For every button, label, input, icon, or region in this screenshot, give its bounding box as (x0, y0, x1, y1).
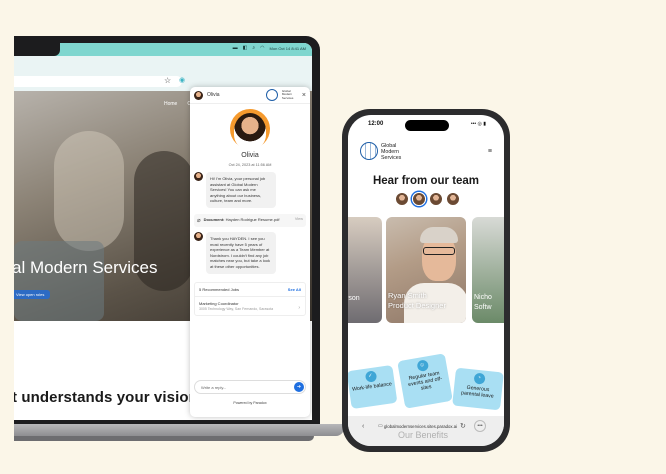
baby-icon: ◔ (473, 372, 486, 385)
chat-widget: Olivia Global Modern Services × Olivia O… (190, 87, 310, 417)
benefit-card: ◔ Generous parental leave (452, 367, 504, 411)
featured-member: Ryan Smith Product Designer (388, 291, 446, 310)
team-card[interactable] (348, 217, 382, 323)
powered-by[interactable]: Powered by Paradox (190, 401, 310, 405)
agent-profile-name: Olivia (241, 152, 259, 159)
recommended-jobs-label: 5 Recommended Jobs (199, 286, 240, 292)
view-open-roles-button[interactable]: View open roles (14, 290, 51, 299)
reload-icon[interactable]: ↻ (460, 422, 466, 430)
benefit-card: ✓ Work-life balance (348, 364, 398, 410)
paperclip-icon: ⌀ (197, 217, 201, 224)
chevron-right-icon: › (298, 304, 300, 311)
team-avatar[interactable] (446, 192, 460, 206)
wifi-icon[interactable]: ◠ (260, 45, 264, 51)
laptop-base (14, 424, 344, 436)
phone-screen: 12:00 ••• ◎ ▮ Global Modern Services ≡ H… (348, 115, 504, 446)
menubar-status: ▬ ◧ ⌕ ◠ Mon Oct 14 8:41 AM (233, 45, 306, 51)
job-item[interactable]: Marketing Coordinator 3005 Technology Wa… (195, 297, 305, 315)
chat-date: Oct 24, 2023 at 11:56 AM (228, 163, 272, 167)
chat-agent-name: Olivia (207, 92, 220, 98)
battery-icon[interactable]: ▬ (233, 45, 238, 51)
laptop-screen: ▬ ◧ ⌕ ◠ Mon Oct 14 8:41 AM ☆ ◉ Home Cu a… (14, 43, 312, 420)
job-title: Marketing Coordinator (199, 300, 239, 306)
team-avatar-selected[interactable] (412, 192, 426, 206)
globe-logo-icon (265, 89, 278, 101)
control-center-icon[interactable]: ◧ (243, 45, 248, 51)
benefit-card: ☺ Regular team events and off-sites (397, 353, 453, 409)
menubar-datetime[interactable]: Mon Oct 14 8:41 AM (270, 46, 306, 51)
team-card-label: Nicho Softw (474, 294, 492, 311)
dynamic-island (405, 120, 449, 131)
document-attachment[interactable]: ⌀ Document: Hayden Rodrigue Resume.pdf V… (194, 213, 306, 227)
message-text: Hi! I'm Olivia, your personal job assist… (206, 172, 276, 208)
agent-profile: Olivia Oct 24, 2023 at 11:56 AM (190, 104, 310, 167)
site-logo-text[interactable]: Global Modern Services (381, 143, 401, 162)
camera-notch (14, 43, 60, 56)
member-name: Ryan Smith (388, 291, 427, 300)
agent-avatar-large (230, 109, 270, 149)
phone: 12:00 ••• ◎ ▮ Global Modern Services ≡ H… (342, 109, 510, 452)
status-bar: 12:00 ••• ◎ ▮ (348, 115, 504, 133)
document-label: Document: (203, 216, 225, 222)
message-text: Thank you HAYDEN. I see you most recentl… (206, 231, 276, 274)
team-avatar[interactable] (429, 192, 443, 206)
extension-icon[interactable]: ◉ (179, 76, 185, 84)
next-section-title: Our Benefits (398, 430, 449, 440)
mac-menubar: ▬ ◧ ⌕ ◠ Mon Oct 14 8:41 AM (14, 43, 312, 56)
chat-header: Olivia Global Modern Services × (190, 87, 310, 104)
search-icon[interactable]: ⌕ (252, 45, 255, 51)
document-name: Hayden Rodrigue Resume.pdf (225, 216, 280, 222)
hamburger-menu-icon[interactable]: ≡ (488, 148, 492, 155)
hero-title: al Modern Services (14, 258, 158, 277)
document-view-link[interactable]: View (295, 217, 303, 221)
reply-input[interactable]: Write a reply... ➜ (194, 380, 306, 394)
close-icon[interactable]: × (302, 92, 306, 99)
see-all-link[interactable]: See All (288, 287, 301, 292)
recommended-jobs: 5 Recommended Jobs See All Marketing Coo… (194, 281, 306, 316)
hero-tagline: t understands your vision (14, 389, 198, 406)
chat-logo-text: Global Modern Services (281, 88, 294, 100)
agent-avatar (194, 172, 203, 181)
reply-placeholder: Write a reply... (201, 384, 227, 390)
address-bar[interactable] (14, 76, 182, 87)
laptop: ▬ ◧ ⌕ ◠ Mon Oct 14 8:41 AM ☆ ◉ Home Cu a… (14, 36, 320, 424)
status-icons: ••• ◎ ▮ (470, 121, 486, 127)
nav-home[interactable]: Home (164, 101, 177, 107)
send-icon[interactable]: ➜ (294, 382, 304, 392)
agent-avatar (194, 231, 203, 241)
team-card-label: rson (348, 295, 360, 302)
member-role: Product Designer (388, 300, 446, 310)
section-title: Hear from our team (372, 175, 480, 187)
more-icon[interactable]: ••• (474, 420, 486, 432)
job-location: 3005 Technology Way, San Fernando, Saras… (199, 306, 274, 311)
url-text[interactable]: globalmodernservices.sites.paradox.ai (384, 424, 457, 429)
team-avatar[interactable] (395, 192, 409, 206)
page-icon: ▭ (378, 423, 383, 429)
status-time: 12:00 (368, 121, 384, 127)
star-icon[interactable]: ☆ (164, 76, 171, 85)
team-icon: ☺ (415, 359, 429, 373)
chat-message: Thank you HAYDEN. I see you most recentl… (190, 231, 310, 274)
globe-logo-icon[interactable] (360, 142, 378, 160)
agent-avatar (194, 90, 203, 100)
chat-message: Hi! I'm Olivia, your personal job assist… (190, 172, 310, 208)
browser-toolbar: ☆ ◉ (14, 56, 312, 91)
balance-icon: ✓ (364, 370, 377, 383)
team-avatar-selector (395, 192, 460, 206)
back-icon[interactable]: ‹ (362, 423, 364, 430)
